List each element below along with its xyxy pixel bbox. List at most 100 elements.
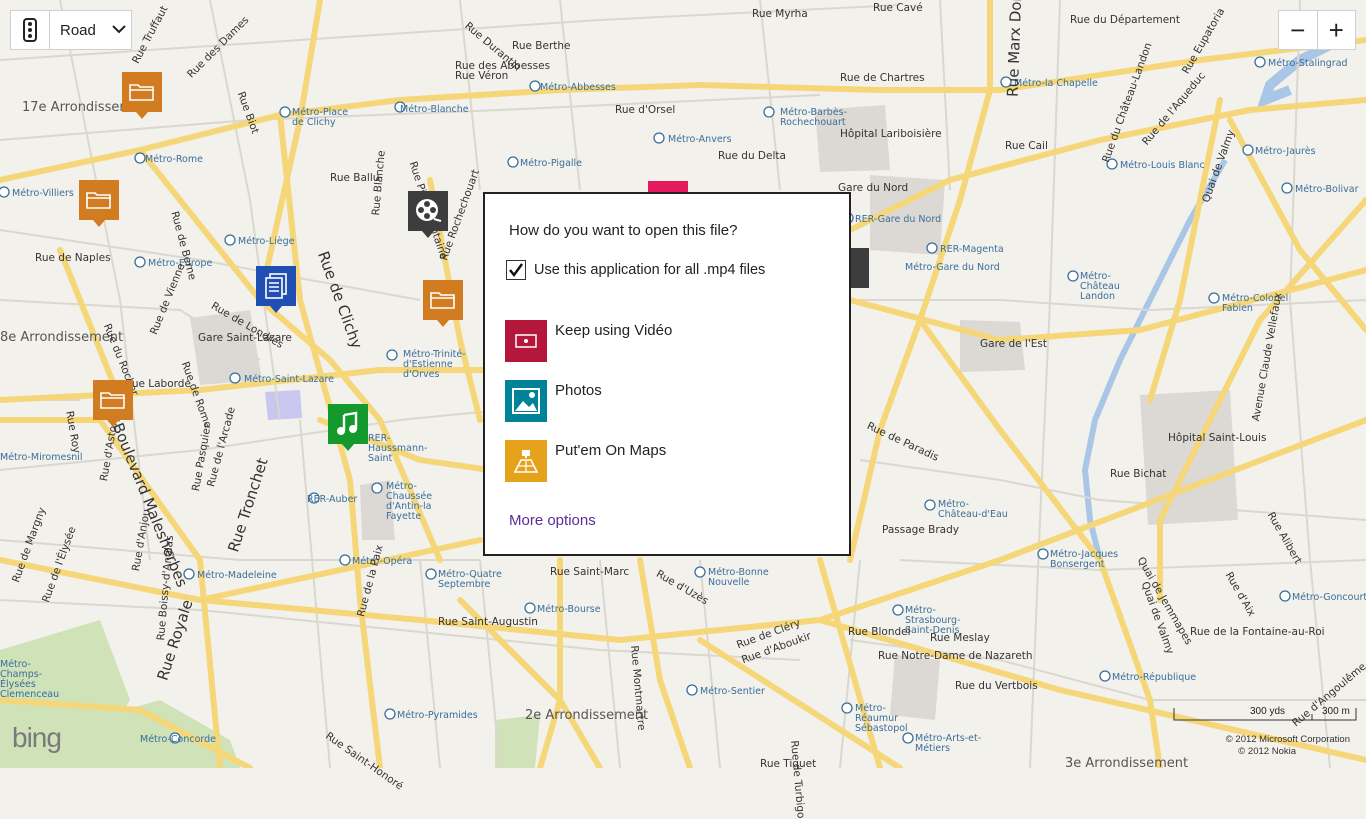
- app-option-label: Put'em On Maps: [555, 442, 667, 459]
- metro-station-label: Métro-Chaussée d'Antin-la Fayette: [386, 481, 433, 522]
- metro-station-label: Métro-Bourse: [537, 604, 601, 615]
- always-use-label[interactable]: Use this application for all .mp4 files: [534, 262, 765, 278]
- metro-station-label: Métro-Concorde: [140, 734, 216, 745]
- map-label: Rue Bichat: [1110, 468, 1167, 480]
- checkmark-icon: [509, 263, 523, 277]
- map-label: Passage Brady: [882, 524, 959, 536]
- app-option-photos[interactable]: Photos: [505, 380, 825, 422]
- scale-m: 300 m: [1322, 706, 1350, 717]
- folder-icon: [129, 84, 154, 101]
- map-label: Hôpital Lariboisière: [840, 128, 942, 140]
- folder-icon: [430, 292, 455, 309]
- document-icon: [265, 273, 287, 299]
- copyright-nokia: © 2012 Nokia: [1238, 746, 1296, 757]
- metro-station-label: Métro-Réaumur Sébastopol: [855, 703, 908, 734]
- map-label: Rue Cavé: [873, 2, 923, 14]
- metro-station-label: Métro-Quatre Septembre: [438, 569, 502, 590]
- map-label: Hôpital Saint-Louis: [1168, 432, 1267, 444]
- map-pin-document-icon[interactable]: [256, 266, 296, 313]
- folder-icon: [86, 192, 111, 209]
- metro-station-label: Métro-Louis Blanc: [1120, 160, 1205, 171]
- metro-station-label: Métro-Stalingrad: [1268, 58, 1348, 69]
- map-label: Rue du Vertbois: [955, 680, 1038, 692]
- map-pin-folder-icon[interactable]: [79, 180, 119, 227]
- metro-station-label: Métro-Bolivar: [1295, 184, 1359, 195]
- metro-station-label: Métro-Gare du Nord: [905, 262, 1000, 273]
- map-pin-music-note-icon[interactable]: [328, 404, 368, 451]
- metro-station-label: Métro-Pyramides: [397, 710, 478, 721]
- more-options-link[interactable]: More options: [509, 512, 596, 529]
- map-label: Rue Cail: [1005, 140, 1048, 152]
- app-option-putem-on-maps[interactable]: Put'em On Maps: [505, 440, 825, 482]
- map-style-selector[interactable]: Road: [10, 10, 132, 50]
- map-label: Rue du Delta: [718, 150, 786, 162]
- metro-station-label: RER-Magenta: [940, 244, 1004, 255]
- metro-station-label: Métro-Blanche: [400, 104, 469, 115]
- metro-station-label: Métro-Château-d'Eau: [938, 499, 1008, 520]
- folder-icon: [100, 392, 125, 409]
- map-app-icon: [505, 440, 547, 482]
- bing-logo: bing: [12, 722, 62, 753]
- app-option-label: Keep using Vidéo: [555, 322, 673, 339]
- metro-station-label: RER-Gare du Nord: [855, 214, 942, 225]
- dialog-question: How do you want to open this file?: [509, 222, 738, 239]
- zoom-control: − +: [1278, 10, 1356, 50]
- metro-station-label: Métro-Trinité-d'Estienne d'Orves: [403, 349, 466, 380]
- app-option-label: Photos: [555, 382, 602, 399]
- metro-station-label: Métro-Champs-Élysées Clemenceau: [0, 659, 60, 700]
- metro-station-label: Métro-Barbès-Rochechouart: [780, 107, 848, 128]
- metro-station-label: Métro-Saint-Lazare: [244, 374, 335, 385]
- metro-station-label: Métro-la Chapelle: [1014, 78, 1098, 89]
- metro-station-label: RER-Auber: [307, 494, 358, 505]
- metro-station-label: Métro-Anvers: [668, 134, 732, 145]
- map-style-label[interactable]: Road: [50, 22, 107, 39]
- metro-station-label: Métro-Goncourt: [1292, 592, 1366, 603]
- metro-station-label: Métro-Rome: [145, 154, 203, 165]
- film-reel-icon: [416, 199, 442, 222]
- map-pin-folder-icon[interactable]: [93, 380, 133, 427]
- music-note-icon: [337, 411, 358, 435]
- photos-icon: [505, 380, 547, 422]
- scale-yds: 300 yds: [1250, 706, 1285, 717]
- metro-station-label: Métro-Villiers: [12, 188, 74, 199]
- app-option-video[interactable]: Keep using Vidéo: [505, 320, 825, 362]
- map-label: Rue de la Fontaine-au-Roi: [1190, 626, 1325, 638]
- metro-station-label: Métro-Arts-et-Métiers: [915, 733, 982, 754]
- zoom-in-button[interactable]: +: [1318, 11, 1356, 49]
- map-label: Rue d'Orsel: [615, 104, 676, 116]
- chevron-down-icon[interactable]: [107, 22, 131, 38]
- map-label: 2e Arrondissement: [525, 708, 649, 723]
- metro-station-label: Métro-Sentier: [700, 686, 765, 697]
- map-label: Rue Notre-Dame de Nazareth: [878, 650, 1033, 662]
- metro-station-label: Métro-Madeleine: [197, 570, 277, 581]
- metro-station-label: Métro-République: [1112, 672, 1197, 683]
- metro-station-label: Métro-Bonne Nouvelle: [708, 567, 769, 588]
- map-label: Rue de Naples: [35, 252, 111, 264]
- map-label: Gare de l'Est: [980, 338, 1047, 350]
- map-label: Rue Blondel: [848, 626, 911, 638]
- map-label: Rue de Chartres: [840, 72, 925, 84]
- map-label: Rue Myrha: [752, 8, 808, 20]
- traffic-icon[interactable]: [11, 11, 50, 49]
- map-label: Rue Véron: [455, 70, 509, 82]
- metro-station-label: Métro-Liège: [238, 236, 295, 247]
- map-label: Rue Berthe: [512, 40, 571, 52]
- zoom-out-button[interactable]: −: [1279, 11, 1318, 49]
- metro-station-label: Métro-Jacques Bonsergent: [1050, 549, 1119, 570]
- map-label: Rue Saint-Augustin: [438, 616, 538, 628]
- map-pin-film-reel-icon[interactable]: [408, 191, 448, 238]
- copyright-microsoft: © 2012 Microsoft Corporation: [1225, 734, 1350, 745]
- video-icon: [505, 320, 547, 362]
- map-pin-folder-icon[interactable]: [423, 280, 463, 327]
- open-with-dialog: How do you want to open this file? Use t…: [483, 192, 851, 556]
- metro-station-label: RER-Haussmann-Saint: [368, 433, 428, 464]
- map-pin-folder-icon[interactable]: [122, 72, 162, 119]
- metro-station-label: Métro-Place de Clichy: [292, 107, 349, 128]
- map-label: Rue Tiquet: [760, 758, 817, 770]
- metro-station-label: Métro-Château Landon: [1080, 271, 1120, 302]
- map-label: Rue Saint-Marc: [550, 566, 630, 578]
- map-label: Rue du Département: [1070, 14, 1180, 26]
- metro-station-label: Métro-Pigalle: [520, 158, 583, 169]
- map-label: Rue Meslay: [930, 632, 990, 644]
- always-use-checkbox[interactable]: [506, 260, 526, 280]
